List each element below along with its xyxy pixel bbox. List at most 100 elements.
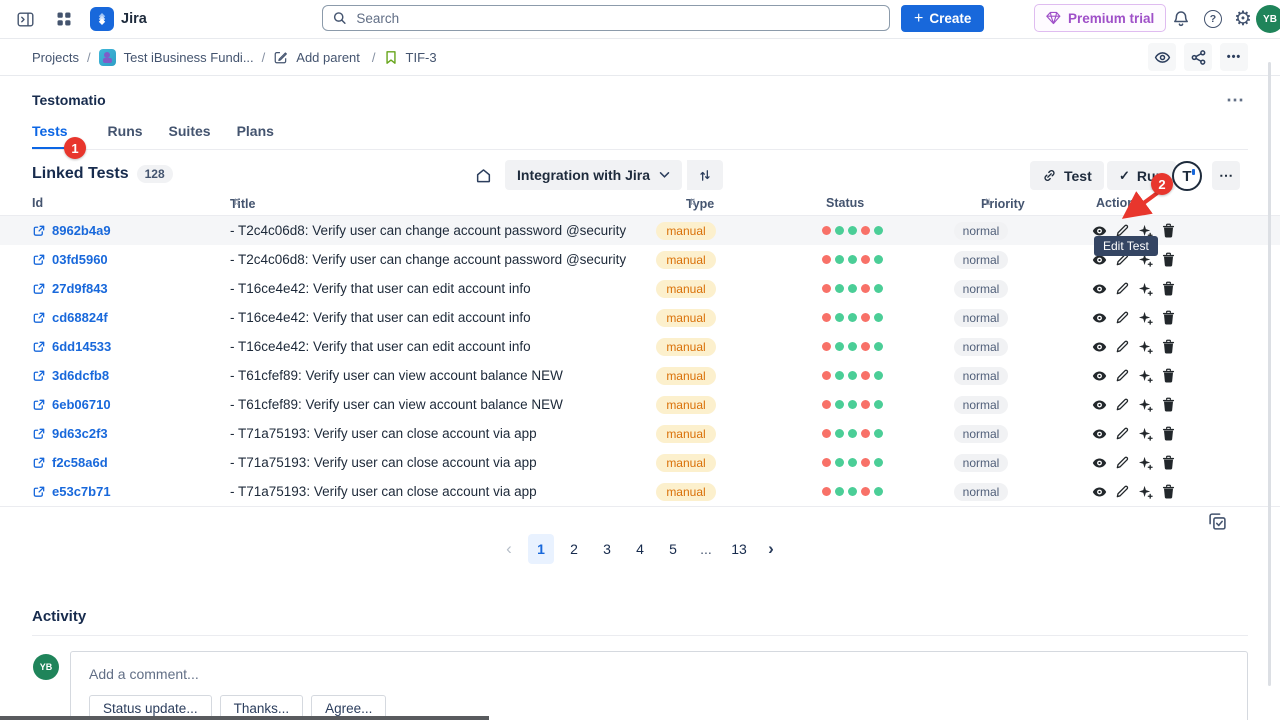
ai-generate-button[interactable] — [1138, 426, 1153, 441]
table-row[interactable]: 3d6dcfb8 - T61cfef89: Verify user can vi… — [0, 361, 1280, 390]
delete-test-button[interactable] — [1161, 281, 1176, 296]
table-row[interactable]: 6eb06710 - T61cfef89: Verify user can vi… — [0, 390, 1280, 419]
vertical-scrollbar[interactable] — [1268, 62, 1271, 686]
view-test-button[interactable] — [1092, 484, 1107, 499]
premium-trial-button[interactable]: Premium trial — [1034, 4, 1166, 32]
app-switcher-icon[interactable] — [51, 6, 77, 32]
integration-dropdown[interactable]: Integration with Jira — [505, 160, 682, 190]
table-row[interactable]: 03fd5960 - T2c4c06d8: Verify user can ch… — [0, 245, 1280, 274]
breadcrumb-issue-key[interactable]: TIF-3 — [406, 50, 437, 65]
column-header-id[interactable]: Id — [32, 196, 43, 210]
test-id-link[interactable]: 27d9f843 — [32, 274, 108, 303]
test-id-link[interactable]: f2c58a6d — [32, 448, 108, 477]
share-button[interactable] — [1184, 43, 1212, 71]
search-input[interactable] — [354, 10, 879, 27]
notifications-bell-icon[interactable] — [1168, 6, 1194, 32]
test-id-link[interactable]: 6eb06710 — [32, 390, 111, 419]
priority-badge: normal — [954, 251, 1009, 269]
edit-test-button[interactable] — [1115, 310, 1130, 325]
pagination-prev[interactable]: ‹ — [497, 534, 521, 564]
delete-test-button[interactable] — [1161, 484, 1176, 499]
ai-generate-button[interactable] — [1138, 484, 1153, 499]
test-id-link[interactable]: 6dd14533 — [32, 332, 111, 361]
table-row[interactable]: 9d63c2f3 - T71a75193: Verify user can cl… — [0, 419, 1280, 448]
pagination-page-1[interactable]: 1 — [528, 534, 554, 564]
pagination-page-3[interactable]: 3 — [594, 534, 620, 564]
view-test-button[interactable] — [1092, 339, 1107, 354]
table-row[interactable]: cd68824f - T16ce4e42: Verify that user c… — [0, 303, 1280, 332]
breadcrumb-project-name[interactable]: Test iBusiness Fundi... — [124, 50, 254, 65]
status-dot-green — [848, 458, 857, 467]
delete-test-button[interactable] — [1161, 310, 1176, 325]
edit-test-button[interactable] — [1115, 455, 1130, 470]
ai-generate-button[interactable] — [1138, 281, 1153, 296]
tab-plans[interactable]: Plans — [237, 123, 274, 149]
test-id: 6eb06710 — [52, 397, 111, 412]
help-icon[interactable]: ? — [1200, 6, 1226, 32]
view-test-button[interactable] — [1092, 397, 1107, 412]
view-test-button[interactable] — [1092, 310, 1107, 325]
delete-test-button[interactable] — [1161, 455, 1176, 470]
test-id-link[interactable]: 3d6dcfb8 — [32, 361, 109, 390]
pagination-page-5[interactable]: 5 — [660, 534, 686, 564]
link-test-button[interactable]: Test — [1030, 161, 1104, 190]
jira-home-link[interactable]: Jira — [90, 7, 147, 31]
create-button[interactable]: + Create — [901, 5, 984, 32]
test-id-link[interactable]: 03fd5960 — [32, 245, 108, 274]
ai-generate-button[interactable] — [1138, 455, 1153, 470]
user-avatar[interactable]: YB — [1256, 5, 1280, 33]
table-row[interactable]: 6dd14533 - T16ce4e42: Verify that user c… — [0, 332, 1280, 361]
pagination-next[interactable]: › — [759, 534, 783, 564]
column-header-status[interactable]: Status — [826, 196, 864, 210]
view-test-button[interactable] — [1092, 455, 1107, 470]
edit-test-button[interactable] — [1115, 484, 1130, 499]
more-actions-button[interactable]: ••• — [1220, 43, 1248, 71]
edit-test-button[interactable] — [1115, 368, 1130, 383]
settings-gear-icon[interactable]: ⚙ — [1230, 6, 1256, 32]
edit-test-button[interactable] — [1115, 426, 1130, 441]
test-id-link[interactable]: 9d63c2f3 — [32, 419, 108, 448]
table-row[interactable]: e53c7b71 - T71a75193: Verify user can cl… — [0, 477, 1280, 506]
tab-runs[interactable]: Runs — [108, 123, 143, 149]
delete-test-button[interactable] — [1161, 397, 1176, 412]
status-dot-red — [822, 226, 831, 235]
sidebar-toggle-icon[interactable] — [12, 6, 38, 32]
bulk-select-icon[interactable] — [1208, 512, 1227, 531]
pagination-page-2[interactable]: 2 — [561, 534, 587, 564]
delete-test-button[interactable] — [1161, 368, 1176, 383]
comment-box[interactable]: Add a comment... Status update...Thanks.… — [70, 651, 1248, 720]
pagination-page-4[interactable]: 4 — [627, 534, 653, 564]
test-id-link[interactable]: e53c7b71 — [32, 477, 111, 506]
tab-suites[interactable]: Suites — [169, 123, 211, 149]
delete-test-button[interactable] — [1161, 252, 1176, 267]
delete-test-button[interactable] — [1161, 339, 1176, 354]
ai-generate-button[interactable] — [1138, 397, 1153, 412]
edit-test-button[interactable] — [1115, 397, 1130, 412]
testomatio-logo[interactable]: T — [1172, 161, 1202, 191]
edit-test-button[interactable] — [1115, 339, 1130, 354]
home-icon[interactable] — [470, 162, 496, 188]
watch-button[interactable] — [1148, 43, 1176, 71]
ai-generate-button[interactable] — [1138, 310, 1153, 325]
test-id-link[interactable]: 8962b4a9 — [32, 216, 111, 245]
comment-placeholder[interactable]: Add a comment... — [89, 666, 1229, 682]
edit-test-button[interactable] — [1115, 281, 1130, 296]
ai-generate-button[interactable] — [1138, 339, 1153, 354]
global-search[interactable] — [322, 5, 890, 31]
panel-more-icon[interactable]: ⋯ — [1226, 90, 1244, 111]
view-test-button[interactable] — [1092, 281, 1107, 296]
pagination-page-13[interactable]: 13 — [726, 534, 752, 564]
table-row[interactable]: f2c58a6d - T71a75193: Verify user can cl… — [0, 448, 1280, 477]
table-row[interactable]: 8962b4a9 - T2c4c06d8: Verify user can ch… — [0, 216, 1280, 245]
ai-generate-button[interactable] — [1138, 368, 1153, 383]
breadcrumb-add-parent[interactable]: Add parent — [296, 50, 360, 65]
view-test-button[interactable] — [1092, 426, 1107, 441]
toolbar-more-button[interactable]: ⋯ — [1212, 161, 1240, 190]
breadcrumb-projects[interactable]: Projects — [32, 50, 79, 65]
sync-button[interactable] — [685, 160, 723, 190]
external-link-icon — [32, 224, 46, 238]
delete-test-button[interactable] — [1161, 426, 1176, 441]
table-row[interactable]: 27d9f843 - T16ce4e42: Verify that user c… — [0, 274, 1280, 303]
view-test-button[interactable] — [1092, 368, 1107, 383]
test-id-link[interactable]: cd68824f — [32, 303, 108, 332]
